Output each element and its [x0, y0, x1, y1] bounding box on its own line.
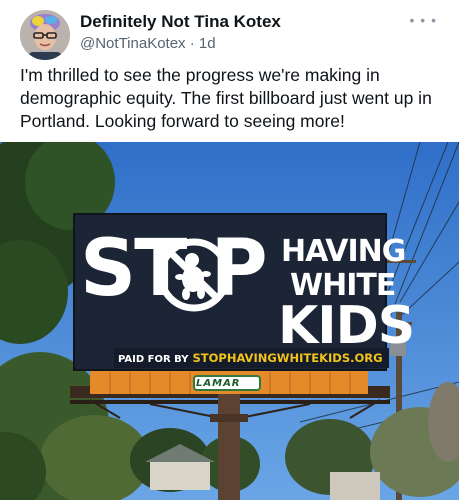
billboard-line-kids: KIDS	[278, 296, 415, 356]
tweet-card[interactable]: Definitely Not Tina Kotex @NotTinaKotex …	[0, 0, 459, 500]
tweet-text: I'm thrilled to see the progress we're m…	[20, 65, 432, 131]
handle-row: @NotTinaKotex · 1d	[80, 35, 216, 52]
paid-for-url: STOPHAVINGWHITEKIDS.ORG	[192, 351, 383, 365]
billboard-line-having: HAVING	[281, 234, 406, 269]
owner-sign-text: LAMAR	[196, 378, 241, 389]
billboard-paid-for: PAID FOR BY STOPHAVINGWHITEKIDS.ORG	[114, 348, 389, 368]
timestamp[interactable]: 1d	[199, 35, 216, 52]
separator: ·	[189, 35, 195, 52]
billboard-stop-word: ST P	[80, 224, 268, 314]
handle[interactable]: @NotTinaKotex	[80, 35, 186, 52]
ellipsis-icon[interactable]: • • •	[410, 12, 437, 28]
display-name[interactable]: Definitely Not Tina Kotex	[80, 12, 281, 32]
avatar[interactable]	[20, 10, 70, 60]
house	[150, 460, 210, 490]
billboard-post	[218, 394, 240, 500]
paid-for-label: PAID FOR BY	[118, 354, 189, 365]
tweet-photo[interactable]: ST P HAVING WHITE KIDS PAID FOR BY STOPHA…	[0, 142, 459, 500]
